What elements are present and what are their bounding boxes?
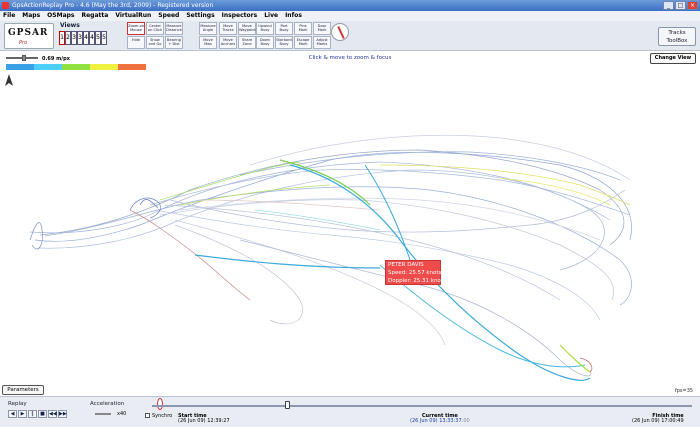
current-time-ms: :00 xyxy=(461,418,470,424)
move-anchors-button[interactable]: Move Anchors xyxy=(219,36,237,49)
replay-buttons: ◀ ▶ ‖ ■ ◀◀ ▶▶ xyxy=(8,410,67,418)
checkbox-box[interactable] xyxy=(145,413,150,418)
zoom-hint: Click & move to zoom & focus xyxy=(308,55,392,61)
gpsar-logo: GPSAR Pro xyxy=(4,23,54,49)
menu-maps[interactable]: Maps xyxy=(22,11,40,21)
logo-text: GPSAR xyxy=(8,28,49,38)
zoom-on-mouse-button[interactable]: Zoom on Mouse xyxy=(127,22,145,35)
track-map[interactable] xyxy=(0,70,700,385)
pause-button[interactable]: ‖ xyxy=(28,410,37,418)
finish-time: Finish time (26 Jun 09) 17:00:49 xyxy=(632,414,684,424)
fast-forward-button[interactable]: ▶▶ xyxy=(58,410,67,418)
upwind-buoy-button[interactable]: Upwind Buoy xyxy=(256,22,274,35)
boat-info-label: PETER DAVIS Speed: 25.57 knots Doppler: … xyxy=(385,260,446,285)
synchro-checkbox[interactable]: Synchro xyxy=(145,413,172,419)
scale-slider-knob[interactable] xyxy=(22,55,26,61)
move-map-button[interactable]: Move Map xyxy=(199,36,217,49)
acceleration-slider[interactable] xyxy=(95,413,111,415)
tracks-toolbox-button[interactable]: Tracks ToolBox xyxy=(658,27,696,46)
down-buoy-button[interactable]: Down Buoy xyxy=(256,36,274,49)
current-time: Current time (26 Jun 09) 13:33:37:00 xyxy=(410,414,470,424)
synchro-label: Synchro xyxy=(152,413,173,419)
measure-distance-button[interactable]: Measure Distance xyxy=(165,22,183,35)
window-title: GpsActionReplay Pro - 4.6 (May the 3rd, … xyxy=(12,2,214,9)
boat-doppler: Doppler: 25.31 knots xyxy=(388,278,446,284)
move-tracks-button[interactable]: Move Tracks xyxy=(219,22,237,35)
menu-infos[interactable]: Infos xyxy=(285,11,302,21)
stop-button[interactable]: ■ xyxy=(38,410,47,418)
tool-group-tracks: Move Tracks Move Waypoint Move Anchors S… xyxy=(219,22,256,49)
compass-icon[interactable] xyxy=(331,23,349,41)
toolbar: GPSAR Pro Views 1 2 3 3 4 4 5 5 Zoom on … xyxy=(0,21,700,51)
acceleration-label: Acceleration xyxy=(90,401,125,407)
adjust-marks-button[interactable]: Adjust Marks xyxy=(313,36,331,49)
tracks-toolbox-line1: Tracks xyxy=(668,30,686,36)
starbord-buoy-button[interactable]: Starbord Buoy xyxy=(275,36,293,49)
menu-inspectors[interactable]: Inspectors xyxy=(222,11,258,21)
tool-group-map: Measure Angle Move Map xyxy=(199,22,217,49)
menu-virtualrun[interactable]: VirtualRun xyxy=(115,11,151,21)
menu-settings[interactable]: Settings xyxy=(186,11,214,21)
logo-sub: Pro xyxy=(19,40,28,46)
acceleration-value: x40 xyxy=(117,411,127,417)
maximize-button[interactable]: □ xyxy=(675,1,686,10)
back-button[interactable]: ◀ xyxy=(8,410,17,418)
play-button[interactable]: ▶ xyxy=(18,410,27,418)
menu-bar: File Maps OSMaps Regatta VirtualRun Spee… xyxy=(0,11,700,21)
finish-time-value: (26 Jun 09) 17:00:49 xyxy=(632,418,684,424)
views-panel: Views 1 2 3 3 4 4 5 5 xyxy=(58,22,124,50)
show-and-go-button[interactable]: Show and Go xyxy=(146,36,164,49)
escape-mark-button[interactable]: Escape Mark xyxy=(294,36,312,49)
replay-label: Replay xyxy=(8,401,27,407)
bearing-dist-button[interactable]: Bearing + Dist xyxy=(165,36,183,49)
tool-group-marks: Upwind Buoy Port Buoy Pins Mark Door Mar… xyxy=(256,22,331,49)
start-time: Start time (26 Jun 09) 12:39:27 xyxy=(178,414,230,424)
change-view-button[interactable]: Change View xyxy=(650,53,696,64)
app-icon xyxy=(2,2,9,9)
share-zone-button[interactable]: Share Zone xyxy=(238,36,256,49)
minimize-button[interactable]: _ xyxy=(663,1,674,10)
center-on-click-button[interactable]: Center on Click xyxy=(146,22,164,35)
boat-speed: Speed: 25.57 knots xyxy=(388,270,442,276)
rewind-button[interactable]: ◀◀ xyxy=(48,410,57,418)
replay-controls-bar: Replay ◀ ▶ ‖ ■ ◀◀ ▶▶ Acceleration x40 Sy… xyxy=(0,396,700,427)
hide-button[interactable]: Hide xyxy=(127,36,145,49)
menu-osmaps[interactable]: OSMaps xyxy=(47,11,74,21)
menu-live[interactable]: Live xyxy=(264,11,278,21)
tracks-toolbox-line2: ToolBox xyxy=(666,38,688,44)
door-mark-button[interactable]: Door Mark xyxy=(313,22,331,35)
views-label: Views xyxy=(60,22,80,29)
move-waypoint-button[interactable]: Move Waypoint xyxy=(238,22,256,35)
menu-file[interactable]: File xyxy=(3,11,15,21)
time-slider[interactable] xyxy=(152,405,692,407)
current-time-value: (26 Jun 09) 13:33:37 xyxy=(410,418,462,424)
window-controls: _ □ × xyxy=(663,1,698,10)
boat-name: PETER DAVIS xyxy=(388,262,424,268)
fps-readout: fps=35 xyxy=(675,388,694,394)
menu-speed[interactable]: Speed xyxy=(158,11,179,21)
scale-value: 0.69 m/px xyxy=(42,56,70,62)
close-button[interactable]: × xyxy=(687,1,698,10)
view-button-8[interactable]: 5 xyxy=(101,31,107,45)
start-time-value: (26 Jun 09) 12:39:27 xyxy=(178,418,230,424)
time-slider-knob[interactable] xyxy=(285,401,290,409)
port-buoy-button[interactable]: Port Buoy xyxy=(275,22,293,35)
pins-mark-button[interactable]: Pins Mark xyxy=(294,22,312,35)
range-start-knob[interactable] xyxy=(157,398,163,410)
tool-group-zoom: Zoom on Mouse Center on Click Measure Di… xyxy=(127,22,183,49)
menu-regatta[interactable]: Regatta xyxy=(81,11,108,21)
parameters-button[interactable]: Parameters xyxy=(2,385,44,395)
measure-angle-button[interactable]: Measure Angle xyxy=(199,22,217,35)
title-bar: GpsActionReplay Pro - 4.6 (May the 3rd, … xyxy=(0,0,700,11)
